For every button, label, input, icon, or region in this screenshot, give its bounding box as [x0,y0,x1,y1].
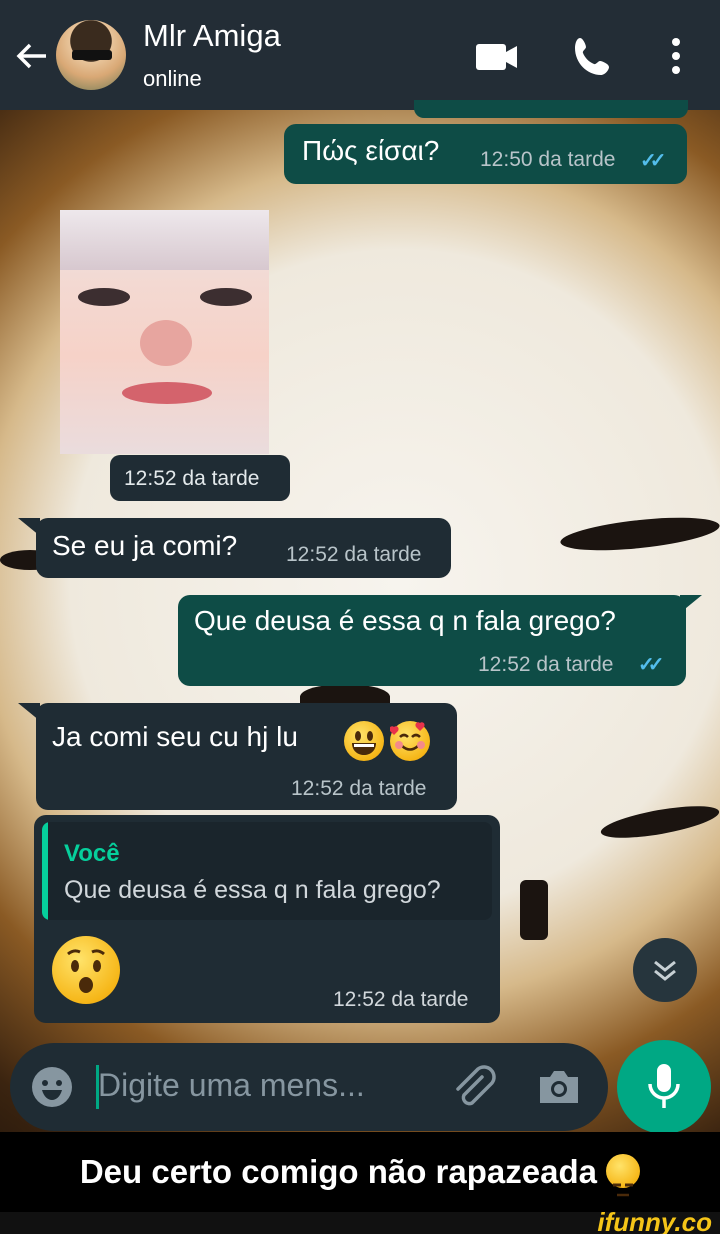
message-text: Se eu ja comi? [52,530,238,561]
quoted-reply[interactable]: Você Que deusa é essa q n fala grego? [42,822,492,920]
message-text: Ja comi seu cu hj lu [52,721,298,752]
message-bubble-outgoing[interactable]: Que deusa é essa q n fala grego? 12:52 d… [178,595,686,686]
photo-eye [200,288,252,306]
scroll-to-bottom-button[interactable] [633,938,697,1002]
photo-eye [78,288,130,306]
message-time: 12:52 da tarde [286,543,422,566]
message-time: 12:52 da tarde [291,777,427,800]
message-input-bar[interactable]: Digite uma mens... [10,1043,608,1131]
previous-message-edge [414,100,688,118]
message-bubble-outgoing[interactable]: Πώς είσαι? 12:50 da tarde ✓✓ [284,124,687,184]
wallpaper-branch [558,511,720,557]
grinning-face-icon [344,721,384,761]
photo-lips [122,382,212,404]
message-time: 12:52 da tarde [333,988,469,1011]
reply-accent-bar [42,822,48,920]
caption-text: Deu certo comigo não rapazeada [79,1153,597,1190]
reply-author: Você [64,840,120,867]
back-arrow-icon[interactable] [12,36,52,76]
unamused-face-icon [606,1154,641,1197]
photo-time-bubble: 12:52 da tarde [110,455,290,501]
chat-screen: Mlr Amiga online Πώς είσαι? 12:50 da tar… [0,0,720,1234]
hushed-face-icon [52,936,120,1004]
wallpaper-figure [520,880,548,940]
avatar[interactable] [56,20,126,90]
read-ticks-icon: ✓✓ [638,654,664,676]
photo-message[interactable] [60,210,269,454]
photo-hair [60,210,269,270]
contact-name[interactable]: Mlr Amiga [143,18,281,54]
attach-icon[interactable] [448,1063,498,1113]
smiling-face-with-hearts-icon [389,721,430,761]
message-text: Πώς είσαι? [302,135,440,166]
message-bubble-incoming[interactable]: Se eu ja comi? 12:52 da tarde [36,518,451,578]
sunglasses [72,50,112,60]
message-bubble-incoming[interactable]: Ja comi seu cu hj lu 12:52 da tarde [36,703,457,810]
meme-caption: Deu certo comigo não rapazeada [0,1132,720,1212]
camera-icon[interactable] [536,1065,582,1109]
emoji-icon[interactable] [30,1065,74,1109]
message-text: Que deusa é essa q n fala grego? [194,605,616,636]
contact-status: online [143,66,202,91]
video-call-icon[interactable] [474,34,520,80]
chat-header: Mlr Amiga online [0,0,720,110]
watermark: ifunny.co [597,1207,712,1234]
reply-text: Que deusa é essa q n fala grego? [64,876,441,904]
mic-icon [648,1064,680,1108]
photo-nose [140,320,192,366]
wallpaper-branch [598,799,720,845]
double-chevron-down-icon [654,960,676,981]
more-vert-icon[interactable] [654,34,698,80]
message-time: 12:52 da tarde [124,467,260,490]
message-input[interactable]: Digite uma mens... [98,1067,365,1104]
message-time: 12:50 da tarde [480,148,616,171]
read-ticks-icon: ✓✓ [640,150,666,172]
voice-record-button[interactable] [617,1040,711,1134]
phone-icon[interactable] [570,34,616,80]
message-time: 12:52 da tarde [478,653,614,676]
